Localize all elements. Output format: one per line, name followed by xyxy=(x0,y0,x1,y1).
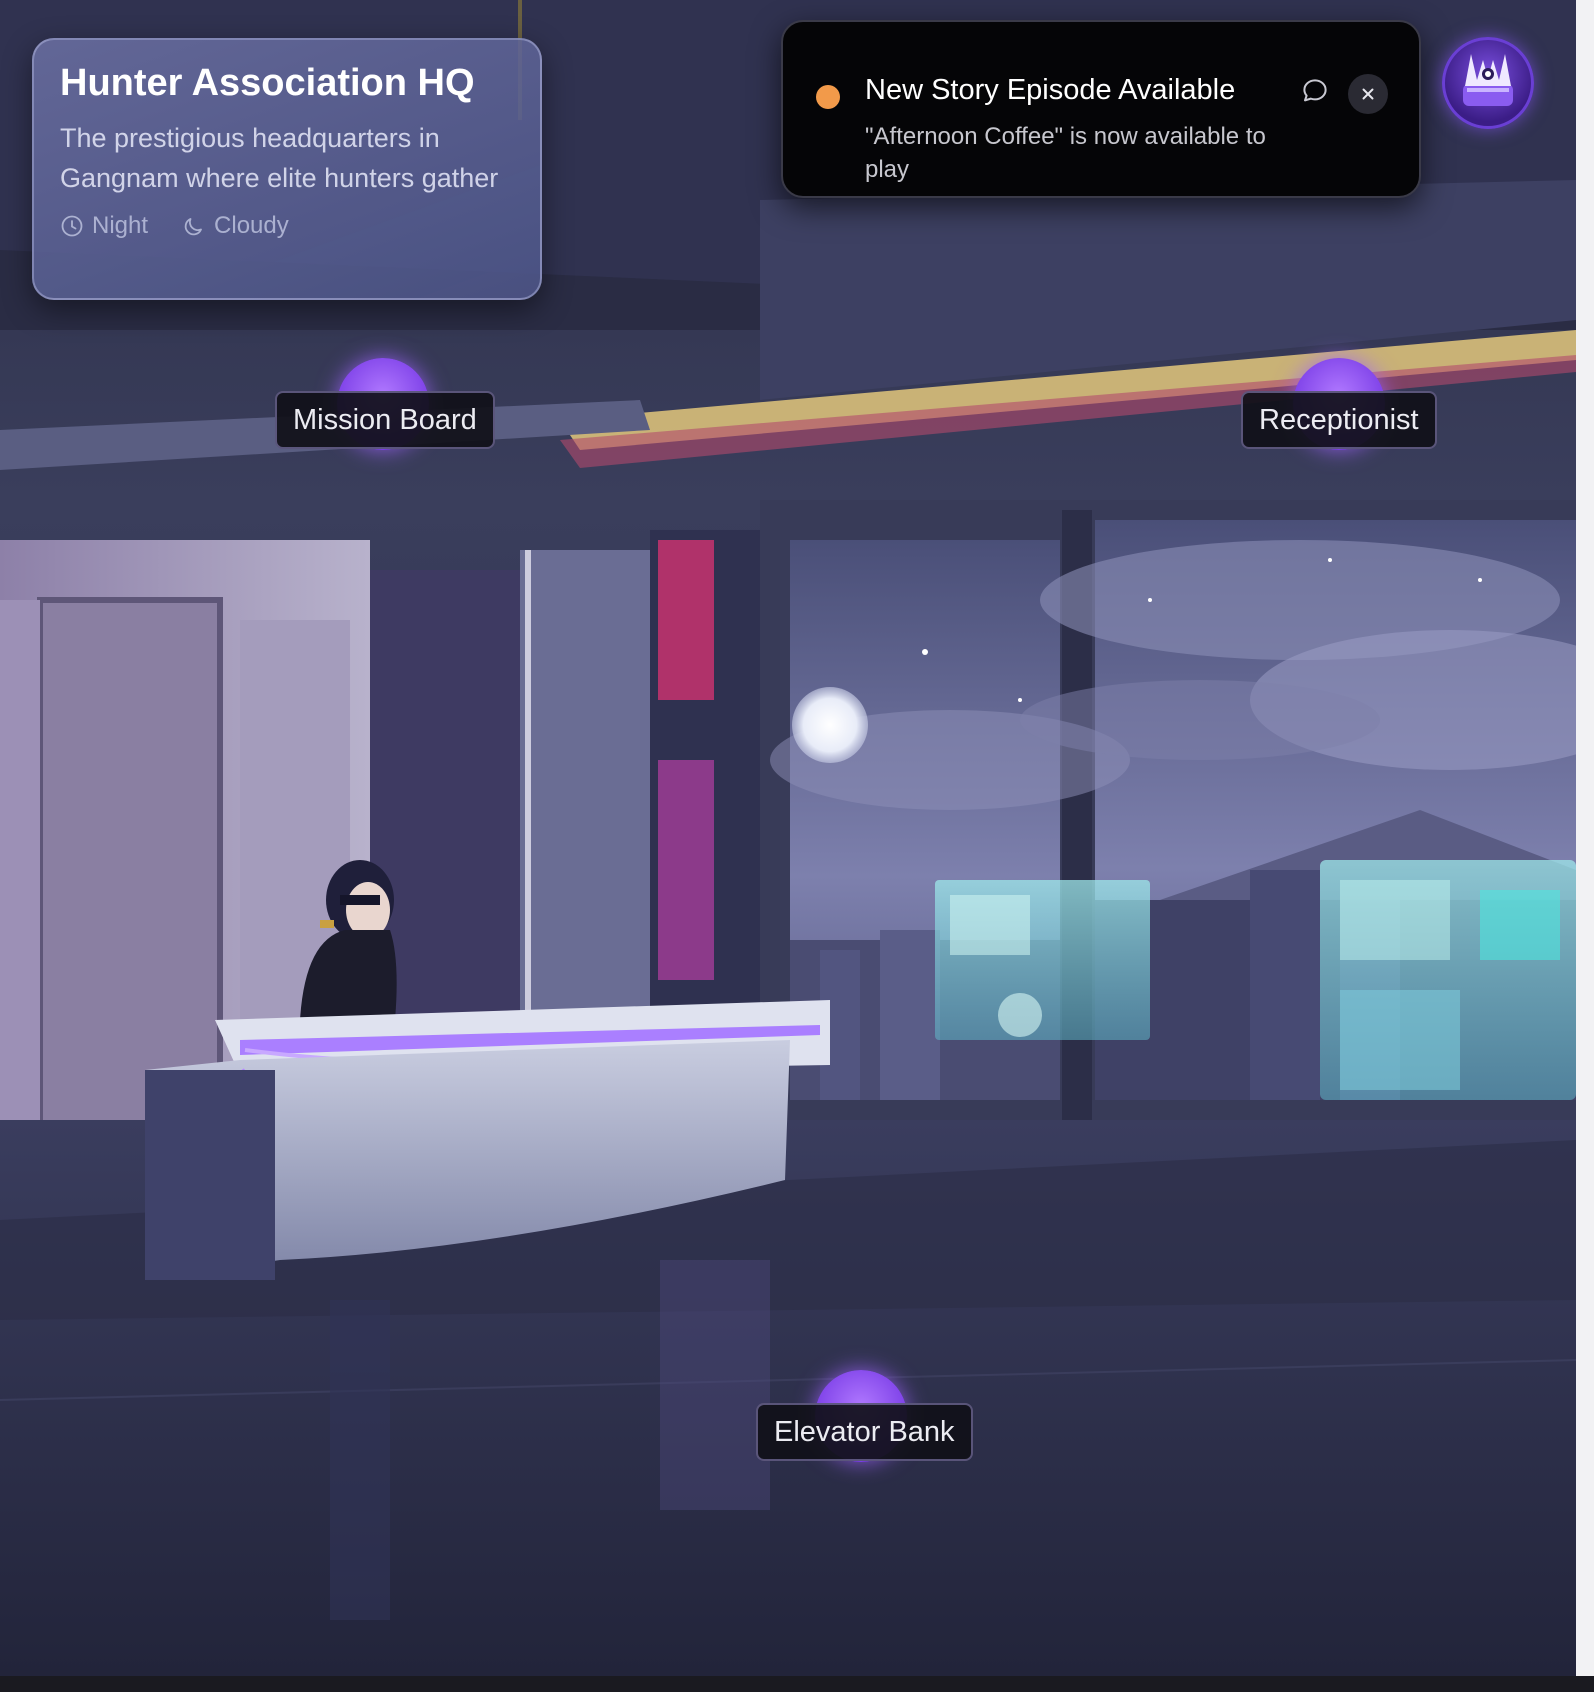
location-meta: Night Cloudy xyxy=(60,212,514,240)
notification-title: New Story Episode Available xyxy=(865,74,1236,106)
close-button[interactable] xyxy=(1348,74,1388,114)
location-description: The prestigious headquarters in Gangnam … xyxy=(60,122,499,193)
bottom-gutter xyxy=(0,1676,1594,1692)
location-title: Hunter Association HQ xyxy=(60,62,475,104)
weather-label: Cloudy xyxy=(214,211,289,239)
player-avatar-button[interactable] xyxy=(1442,37,1534,129)
hotspot-elevator-bank[interactable]: Elevator Bank xyxy=(756,1403,973,1461)
notification-status-dot xyxy=(816,85,840,109)
time-of-day: Night xyxy=(60,212,148,240)
game-scene: Hunter Association HQ The prestigious he… xyxy=(0,0,1576,1676)
notification-body: "Afternoon Coffee" is now available to p… xyxy=(865,123,1266,183)
weather: Cloudy xyxy=(182,212,289,240)
hotspot-receptionist[interactable]: Receptionist xyxy=(1241,391,1437,449)
story-notification[interactable]: New Story Episode Available "Afternoon C… xyxy=(781,20,1421,198)
location-info-card: Hunter Association HQ The prestigious he… xyxy=(32,38,542,300)
clock-icon xyxy=(61,215,83,237)
chat-bubble-icon[interactable] xyxy=(1298,74,1332,108)
moon-icon xyxy=(184,217,202,235)
crown-avatar-icon xyxy=(1463,54,1513,106)
time-of-day-label: Night xyxy=(92,211,149,239)
close-icon xyxy=(1362,88,1374,100)
hotspot-mission-board[interactable]: Mission Board xyxy=(275,391,495,449)
right-gutter xyxy=(1576,0,1594,1692)
